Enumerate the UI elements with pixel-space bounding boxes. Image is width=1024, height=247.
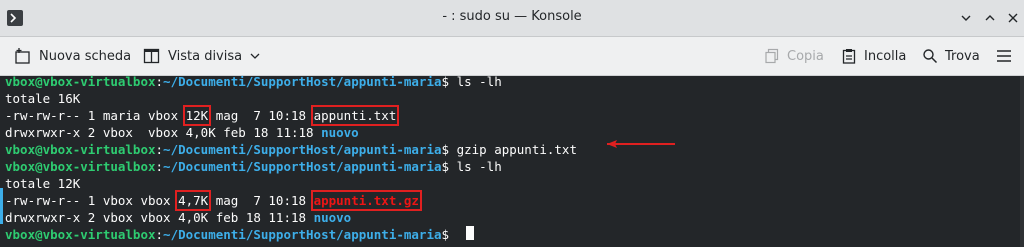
split-view-button[interactable]: Vista divisa [143,37,261,75]
minimize-icon[interactable] [957,9,975,27]
hamburger-menu-icon [997,50,1011,62]
file-date: mag 7 10:18 [208,108,314,123]
prompt-colon: : [155,74,164,89]
paste-button[interactable]: Incolla [841,37,906,75]
file-date: mag 7 10:18 [208,193,314,208]
new-tab-button[interactable]: Nuova scheda [14,37,131,75]
window-title: - : sudo su — Konsole [442,9,582,24]
close-icon[interactable] [1004,9,1022,27]
terminal-line-prompt-1: vbox@vbox-virtualbox:~/Documenti/Support… [5,73,502,90]
prompt-dollar: $ [441,142,457,157]
file-size-highlight: 4,7K [175,190,212,211]
dir-name: nuovo [313,210,352,225]
terminal-line-total-1: totale 16K [5,91,81,106]
search-icon [923,49,938,64]
copy-icon [765,48,779,64]
command-text: ls -lh [456,159,502,174]
prompt-user: vbox@vbox-virtualbox [5,74,156,89]
new-tab-icon [15,48,30,64]
title-bar[interactable]: - : sudo su — Konsole [0,0,1024,37]
terminal-line-file-1: -rw-rw-r-- 1 maria vbox 12K mag 7 10:18 … [5,105,400,126]
prompt-user: vbox@vbox-virtualbox [5,142,156,157]
prompt-dollar: $ [441,159,457,174]
konsole-window: - : sudo su — Konsole Nuova scheda Vista… [0,0,1024,247]
scrollbar[interactable] [1020,76,1024,247]
prompt-user: vbox@vbox-virtualbox [5,159,156,174]
maximize-icon[interactable] [981,9,999,27]
find-button[interactable]: Trova [922,37,980,75]
file-attributes: -rw-rw-r-- 1 vbox vbox [5,193,179,208]
terminal-line-prompt-3: vbox@vbox-virtualbox:~/Documenti/Support… [5,158,502,175]
split-view-icon [143,48,160,64]
prompt-path: ~/Documenti/SupportHost/appunti-maria [163,142,442,157]
prompt-path: ~/Documenti/SupportHost/appunti-maria [163,159,442,174]
prompt-path: ~/Documenti/SupportHost/appunti-maria [163,227,442,242]
command-text: gzip appunti.txt [456,142,577,157]
prompt-dollar: $ [441,227,457,242]
terminal-line-dir-1: drwxrwxr-x 2 vbox vbox 4,0K feb 18 11:18… [5,124,359,141]
chevron-down-icon [250,53,260,59]
dir-attributes: drwxrwxr-x 2 vbox vbox 4,0K feb 18 11:18 [5,210,314,225]
file-name-highlight: appunti.txt [310,105,400,126]
hamburger-menu-button[interactable] [995,37,1020,75]
command-text: ls -lh [456,74,502,89]
prompt-colon: : [155,227,164,242]
find-label: Trova [945,48,980,64]
selection-marker [0,188,3,224]
terminal-line-file-2: -rw-rw-r-- 1 vbox vbox 4,7K mag 7 10:18 … [5,190,422,211]
dir-attributes: drwxrwxr-x 2 vbox vbox 4,0K feb 18 11:18 [5,125,322,140]
prompt-colon: : [155,142,164,157]
copy-button[interactable]: Copia [764,37,824,75]
copy-label: Copia [787,48,824,64]
dir-name: nuovo [321,125,359,140]
toolbar: Nuova scheda Vista divisa Copia Incolla … [0,37,1024,76]
file-name-highlight: appunti.txt.gz [310,190,422,211]
paste-icon [842,49,856,64]
terminal-line-total-2: totale 12K [5,176,81,191]
prompt-path: ~/Documenti/SupportHost/appunti-maria [163,74,442,89]
prompt-colon: : [155,159,164,174]
terminal-output[interactable]: vbox@vbox-virtualbox:~/Documenti/Support… [0,73,1024,247]
split-view-label: Vista divisa [168,48,243,64]
prompt-dollar: $ [441,74,457,89]
file-attributes: -rw-rw-r-- 1 maria vbox [5,108,186,123]
terminal-line-prompt-2: vbox@vbox-virtualbox:~/Documenti/Support… [5,141,577,158]
terminal-line-prompt-4: vbox@vbox-virtualbox:~/Documenti/Support… [5,226,457,243]
file-size-highlight: 12K [182,105,212,126]
prompt-user: vbox@vbox-virtualbox [5,227,156,242]
red-arrow-annotation [607,140,675,148]
terminal-line-dir-2: drwxrwxr-x 2 vbox vbox 4,0K feb 18 11:18… [5,209,351,226]
new-tab-label: Nuova scheda [39,48,132,64]
terminal-cursor [466,226,474,240]
paste-label: Incolla [864,48,907,64]
